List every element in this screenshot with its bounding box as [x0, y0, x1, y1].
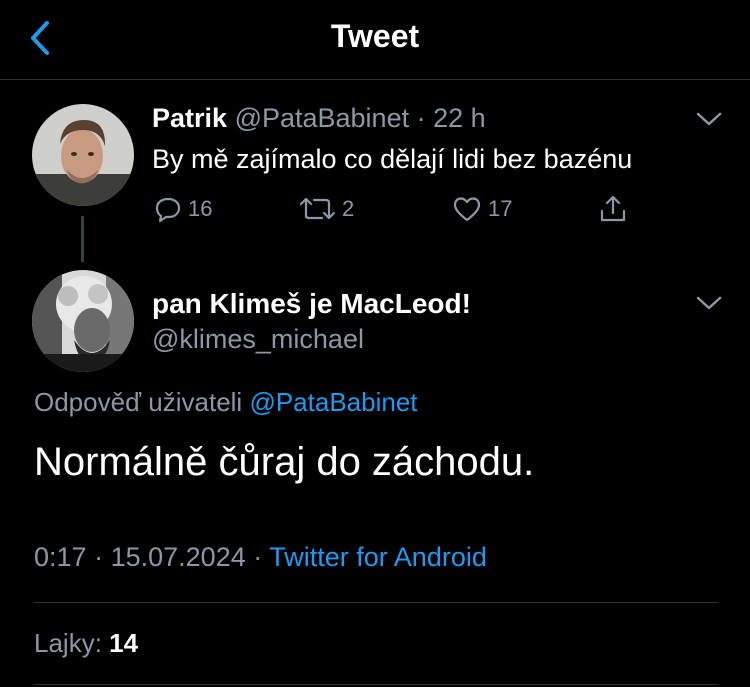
avatar-klimes[interactable]	[32, 270, 134, 372]
parent-tweet-menu-button[interactable]	[695, 110, 723, 130]
tweet-metadata: 0:17 · 15.07.2024 · Twitter for Android	[34, 542, 487, 573]
chevron-down-icon	[696, 296, 722, 310]
separator: ·	[416, 103, 426, 133]
reply-tweet-text: Normálně čůraj do záchodu.	[34, 440, 535, 484]
parent-tweet-header: Patrik @PataBabinet · 22 h	[152, 103, 486, 134]
retweet-count: 2	[342, 196, 355, 221]
separator: ·	[253, 542, 263, 572]
tweet-time: 22 h	[433, 103, 486, 133]
tweet-date: 15.07.2024	[110, 542, 246, 572]
reply-author-handle[interactable]: @klimes_michael	[152, 324, 364, 355]
author-name[interactable]: Patrik	[152, 103, 227, 133]
likes-summary[interactable]: Lajky: 14	[34, 628, 138, 659]
share-icon	[600, 195, 626, 222]
likes-count: 14	[109, 628, 139, 658]
reply-button[interactable]: 16	[154, 194, 212, 224]
likes-label: Lajky:	[34, 628, 102, 658]
heart-icon	[453, 197, 481, 222]
reply-tweet-menu-button[interactable]	[695, 294, 723, 314]
avatar-patrik[interactable]	[32, 104, 134, 206]
author-handle[interactable]: @PataBabinet	[235, 103, 410, 133]
tweet-time: 0:17	[34, 542, 87, 572]
parent-tweet-text: By mě zajímalo co dělají lidi bez bazénu	[152, 144, 633, 174]
like-button[interactable]: 17	[452, 194, 512, 224]
divider	[34, 602, 718, 603]
like-count: 17	[488, 196, 513, 221]
share-button[interactable]	[598, 194, 634, 224]
reply-icon	[155, 197, 181, 223]
replying-to-handle[interactable]: @PataBabinet	[249, 387, 417, 417]
reply-count: 16	[188, 196, 213, 221]
tweet-source-link[interactable]: Twitter for Android	[269, 542, 487, 572]
replying-to: Odpověď uživateli @PataBabinet	[34, 387, 418, 418]
reply-author-name[interactable]: pan Klimeš je MacLeod!	[152, 288, 471, 320]
page-title: Tweet	[330, 18, 420, 54]
retweet-button[interactable]: 2	[300, 194, 354, 224]
top-bar: Tweet	[0, 0, 750, 80]
chevron-down-icon	[696, 112, 722, 126]
separator: ·	[94, 542, 104, 572]
retweet-icon	[300, 197, 336, 220]
replying-to-label: Odpověď uživateli	[34, 387, 243, 417]
thread-connector-line	[81, 216, 84, 262]
divider	[34, 684, 718, 685]
